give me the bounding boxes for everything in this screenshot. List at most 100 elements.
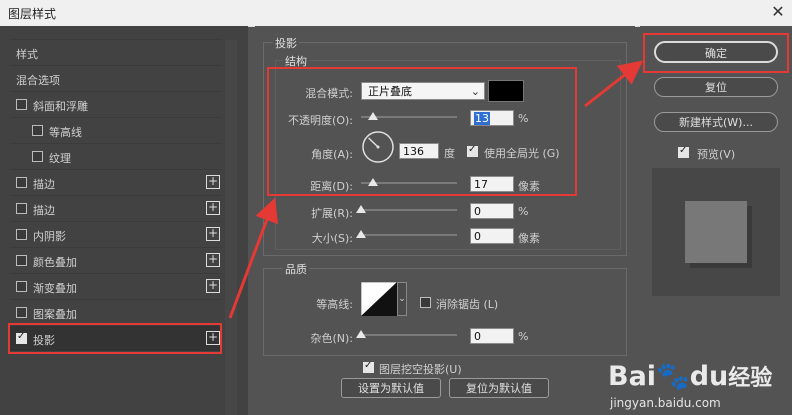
blend-mode-select[interactable]: 正片叠底 ⌄ xyxy=(361,82,485,100)
style-list-item[interactable]: 渐变叠加 + xyxy=(10,273,222,299)
style-list-label: 纹理 xyxy=(49,152,71,165)
new-style-button[interactable]: 新建样式(W)... xyxy=(654,112,778,132)
style-list-label: 样式 xyxy=(16,48,38,61)
style-checkbox[interactable] xyxy=(16,99,27,110)
style-list-label: 等高线 xyxy=(49,126,82,139)
angle-input[interactable]: 136 xyxy=(399,143,439,159)
watermark-brand-a: Bai xyxy=(608,361,657,392)
style-list-item[interactable]: 颜色叠加 + xyxy=(10,247,222,273)
distance-slider-thumb[interactable] xyxy=(367,178,378,186)
noise-unit: % xyxy=(518,330,529,343)
add-style-icon[interactable]: + xyxy=(206,175,220,189)
distance-input[interactable]: 17 xyxy=(470,176,514,192)
style-list-item[interactable]: 样式 xyxy=(10,39,222,65)
shadow-section-title: 投影 xyxy=(273,35,299,51)
blend-mode-value: 正片叠底 xyxy=(368,85,412,98)
style-list-item[interactable]: 内阴影 + xyxy=(10,221,222,247)
style-list-label: 投影 xyxy=(33,334,55,347)
style-list-item[interactable]: 纹理 xyxy=(10,143,222,169)
size-unit: 像素 xyxy=(518,232,540,245)
preview-checkbox[interactable] xyxy=(678,145,689,158)
close-icon[interactable]: ✕ xyxy=(768,2,788,22)
add-style-icon[interactable]: + xyxy=(206,227,220,241)
spread-unit: % xyxy=(518,205,529,218)
angle-unit: 度 xyxy=(444,147,455,160)
size-slider-thumb[interactable] xyxy=(356,230,366,238)
angle-dial[interactable] xyxy=(361,130,395,164)
style-checkbox[interactable] xyxy=(16,281,27,292)
style-list-scrollbar[interactable] xyxy=(225,40,237,415)
opacity-unit: % xyxy=(518,112,529,125)
blend-mode-label: 混合模式: xyxy=(305,87,353,100)
style-checkbox[interactable] xyxy=(16,229,27,240)
style-checkbox[interactable] xyxy=(16,203,27,214)
reset-button[interactable]: 复位 xyxy=(654,77,778,97)
style-list-item[interactable]: 描边 + xyxy=(10,195,222,221)
global-light-label: 使用全局光 (G) xyxy=(484,147,560,160)
opacity-value: 13 xyxy=(474,112,490,125)
chevron-down-icon: ⌄ xyxy=(398,294,406,304)
add-style-icon[interactable]: + xyxy=(206,331,220,345)
opacity-input[interactable]: 13 xyxy=(470,110,514,126)
quality-title: 品质 xyxy=(283,261,309,277)
watermark-brand-c: 经验 xyxy=(728,366,773,391)
spread-slider-thumb[interactable] xyxy=(356,205,366,213)
watermark-brand: Bai🐾du经验 xyxy=(608,360,772,392)
size-label: 大小(S): xyxy=(311,232,353,245)
style-checkbox[interactable] xyxy=(16,331,27,344)
watermark-brand-b: du xyxy=(689,361,729,392)
opacity-label: 不透明度(O): xyxy=(288,114,353,127)
noise-slider-track[interactable] xyxy=(361,334,457,336)
structure-title: 结构 xyxy=(283,53,309,69)
watermark-url: jingyan.baidu.com xyxy=(610,396,721,410)
ok-button[interactable]: 确定 xyxy=(654,41,778,63)
style-list-label: 图案叠加 xyxy=(33,308,77,321)
style-checkbox[interactable] xyxy=(16,255,27,266)
contour-dropdown[interactable]: ⌄ xyxy=(397,282,407,316)
noise-slider-thumb[interactable] xyxy=(356,330,366,338)
noise-label: 杂色(N): xyxy=(310,332,353,345)
spread-slider-track[interactable] xyxy=(361,209,457,211)
style-list-item[interactable]: 斜面和浮雕 xyxy=(10,91,222,117)
reset-default-button[interactable]: 复位为默认值 xyxy=(449,378,549,398)
add-style-icon[interactable]: + xyxy=(206,279,220,293)
contour-label: 等高线: xyxy=(316,298,353,311)
style-list-item[interactable]: 描边 + xyxy=(10,169,222,195)
style-checkbox[interactable] xyxy=(32,151,43,162)
window-title: 图层样式 xyxy=(8,7,57,21)
distance-unit: 像素 xyxy=(518,180,540,193)
style-list-item[interactable]: 等高线 xyxy=(10,117,222,143)
drop-shadow-panel: 投影 结构 混合模式: 正片叠底 ⌄ 不透明度(O): 13 % 角度(A): … xyxy=(255,26,635,415)
spread-label: 扩展(R): xyxy=(311,207,353,220)
knockout-checkbox[interactable] xyxy=(363,360,374,373)
style-list-item[interactable]: 投影 + xyxy=(10,325,222,351)
angle-label: 角度(A): xyxy=(311,148,353,161)
style-list-item[interactable]: 混合选项 xyxy=(10,65,222,91)
contour-preview[interactable] xyxy=(361,282,397,316)
make-default-button[interactable]: 设置为默认值 xyxy=(341,378,441,398)
style-list-label: 描边 xyxy=(33,204,55,217)
antialias-checkbox[interactable] xyxy=(420,297,431,308)
global-light-checkbox[interactable] xyxy=(467,144,478,157)
style-checkbox[interactable] xyxy=(16,307,27,318)
style-checkbox[interactable] xyxy=(32,125,43,136)
title-bar: 图层样式 ✕ xyxy=(0,0,792,27)
dialog-actions-panel: 确定 复位 新建样式(W)... 预览(V) xyxy=(640,26,792,415)
preview-swatch xyxy=(685,201,747,263)
spread-input[interactable]: 0 xyxy=(470,203,514,219)
opacity-slider-thumb[interactable] xyxy=(368,112,379,120)
style-list-label: 渐变叠加 xyxy=(33,282,77,295)
distance-label: 距离(D): xyxy=(310,180,353,193)
preview-label: 预览(V) xyxy=(697,148,736,161)
style-checkbox[interactable] xyxy=(16,177,27,188)
add-style-icon[interactable]: + xyxy=(206,253,220,267)
noise-input[interactable]: 0 xyxy=(470,328,514,344)
style-list-item[interactable]: 图案叠加 xyxy=(10,299,222,325)
paw-icon: 🐾 xyxy=(656,361,690,392)
add-style-icon[interactable]: + xyxy=(206,201,220,215)
preview-area xyxy=(652,168,780,296)
antialias-label: 消除锯齿 (L) xyxy=(436,298,499,311)
size-slider-track[interactable] xyxy=(361,234,457,236)
shadow-color-swatch[interactable] xyxy=(488,80,524,102)
size-input[interactable]: 0 xyxy=(470,228,514,244)
